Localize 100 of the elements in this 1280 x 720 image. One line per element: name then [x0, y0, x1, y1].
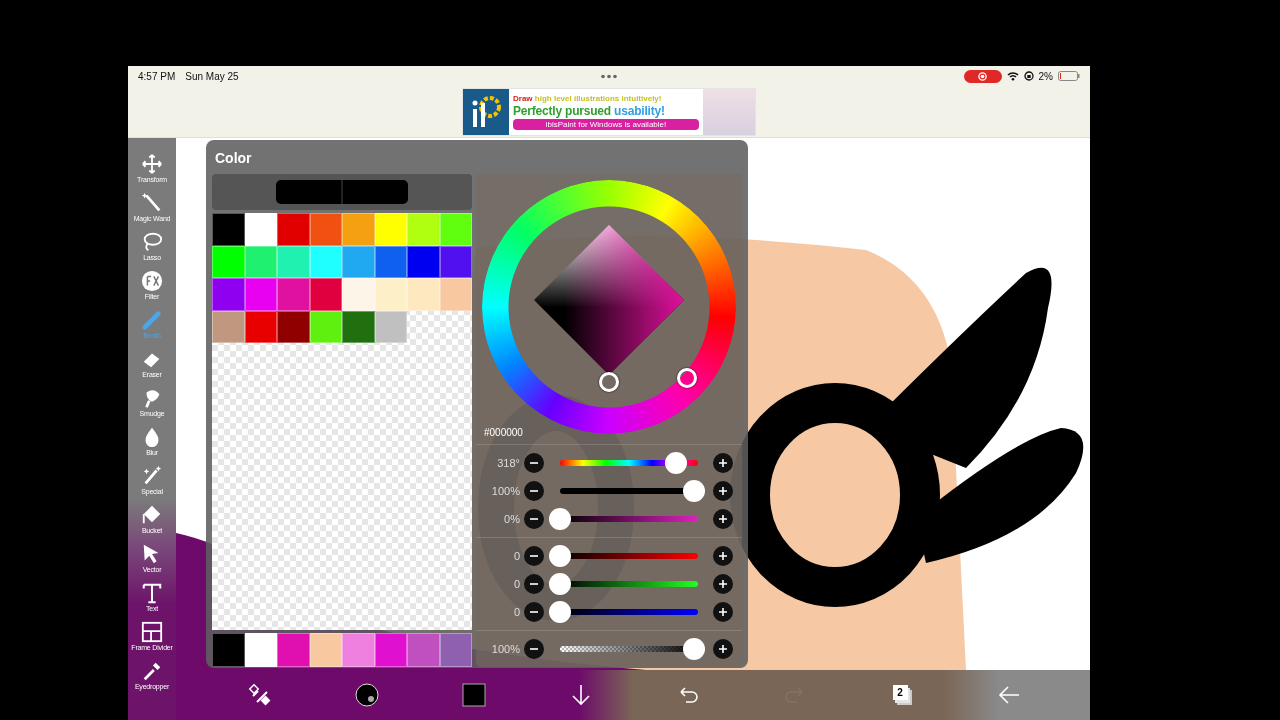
decrease-button[interactable] — [524, 639, 544, 659]
frame-grid-icon — [141, 620, 163, 643]
palette-swatch[interactable] — [277, 213, 310, 246]
current-color-swatch-icon[interactable] — [276, 180, 408, 204]
more-dots-icon[interactable] — [600, 74, 618, 79]
plus-icon — [718, 644, 728, 654]
color-swatch-icon — [461, 683, 486, 707]
increase-button[interactable] — [713, 509, 733, 529]
palette-swatch[interactable] — [342, 245, 375, 278]
recent-color-swatch[interactable] — [342, 633, 375, 667]
brush-icon — [141, 308, 163, 331]
palette-swatch[interactable] — [277, 245, 310, 278]
hex-code: #000000 — [483, 426, 524, 440]
layers-button[interactable]: 2 — [885, 679, 918, 711]
recent-color-swatch[interactable] — [212, 633, 245, 667]
decrease-button[interactable] — [524, 453, 544, 473]
layer-count: 2 — [892, 685, 908, 700]
ad-tagline: Perfectly pursued usability! — [513, 103, 666, 118]
palette-swatch[interactable] — [342, 310, 375, 343]
recent-color-swatch[interactable] — [277, 633, 310, 667]
palette-swatch[interactable] — [342, 213, 375, 246]
palette-swatch[interactable] — [407, 213, 440, 246]
plus-icon — [718, 607, 728, 617]
slider-thumb[interactable] — [549, 573, 571, 595]
lock-rotation-icon — [1023, 71, 1034, 81]
increase-button[interactable] — [713, 574, 733, 594]
record-icon — [978, 71, 988, 81]
decrease-button[interactable] — [524, 509, 544, 529]
palette-swatch[interactable] — [212, 310, 245, 343]
palette-swatch[interactable] — [439, 278, 472, 311]
filter-fx-icon — [141, 269, 163, 292]
photo-placeholder — [703, 88, 755, 135]
recent-color-swatch[interactable] — [309, 633, 342, 667]
ad-download-button[interactable]: ibisPaint for Windows is available! — [513, 118, 699, 130]
slider-thumb[interactable] — [549, 601, 571, 623]
palette-swatch[interactable] — [212, 245, 245, 278]
slider-thumb[interactable] — [682, 480, 705, 502]
palette-swatch[interactable] — [309, 213, 342, 246]
panel-title: Color — [214, 149, 253, 168]
brush-size-icon — [354, 683, 379, 707]
palette-swatch[interactable] — [244, 278, 277, 311]
status-time: 4:57 PM — [138, 70, 176, 82]
plus-icon — [718, 551, 728, 561]
palette-swatch[interactable] — [212, 213, 245, 246]
slider-reading: 0 — [512, 606, 520, 618]
app-logo-icon — [463, 88, 509, 135]
palette-swatch[interactable] — [309, 278, 342, 311]
palette-swatch[interactable] — [342, 278, 375, 311]
palette-swatch[interactable] — [407, 245, 440, 278]
slider-thumb[interactable] — [682, 638, 705, 660]
increase-button[interactable] — [713, 639, 733, 659]
slider-reading: 100% — [490, 485, 520, 497]
decrease-button[interactable] — [524, 602, 544, 622]
slider-reading: 318° — [496, 457, 520, 469]
palette-swatch[interactable] — [374, 278, 407, 311]
decrease-button[interactable] — [524, 574, 544, 594]
wifi-icon — [1006, 71, 1019, 81]
slider-reading: 100% — [490, 643, 520, 655]
slider-thumb[interactable] — [549, 545, 571, 567]
battery-icon — [1058, 71, 1080, 81]
slider-reading: 0 — [512, 550, 520, 562]
plus-icon — [718, 514, 728, 524]
palette-swatch[interactable] — [277, 310, 310, 343]
lasso-icon — [141, 230, 163, 253]
paint-bucket-icon — [141, 503, 163, 526]
increase-button[interactable] — [713, 546, 733, 566]
slider-thumb[interactable] — [549, 508, 571, 530]
move-arrows-icon — [141, 152, 163, 175]
decrease-button[interactable] — [524, 481, 544, 501]
recent-color-swatch[interactable] — [407, 633, 440, 667]
increase-button[interactable] — [713, 602, 733, 622]
text-icon — [141, 581, 163, 604]
palette-swatch[interactable] — [374, 213, 407, 246]
recent-color-swatch[interactable] — [439, 633, 472, 667]
diamond-picker-handle[interactable] — [599, 372, 619, 392]
plus-icon — [718, 458, 728, 468]
sparkle-wand-icon — [141, 464, 163, 487]
ad-headline: Draw high level illustrations intuitively! — [513, 93, 663, 103]
palette-swatch[interactable] — [407, 278, 440, 311]
plus-icon — [718, 486, 728, 496]
increase-button[interactable] — [713, 481, 733, 501]
increase-button[interactable] — [713, 453, 733, 473]
slider-reading: 0 — [512, 578, 520, 590]
palette-swatch[interactable] — [277, 278, 310, 311]
hue-picker-handle[interactable] — [677, 368, 697, 388]
recording-indicator[interactable] — [963, 69, 1002, 83]
battery-percentage: 2% — [1038, 70, 1053, 82]
status-date: Sun May 25 — [185, 70, 239, 82]
magic-wand-icon — [141, 191, 163, 214]
recent-color-swatch[interactable] — [244, 633, 277, 667]
palette-swatch[interactable] — [439, 213, 472, 246]
slider-thumb[interactable] — [664, 452, 687, 474]
decrease-button[interactable] — [524, 546, 544, 566]
palette-swatch[interactable] — [244, 213, 277, 246]
palette-swatch[interactable] — [212, 278, 245, 311]
plus-icon — [718, 579, 728, 589]
recent-color-swatch[interactable] — [374, 633, 407, 667]
ad-banner[interactable]: Draw high level illustrations intuitively! Perfectly pursued usability! ibisPaint for Windows is available! — [462, 87, 756, 136]
transform-icon — [247, 683, 272, 707]
slider-reading: 0% — [503, 513, 520, 525]
